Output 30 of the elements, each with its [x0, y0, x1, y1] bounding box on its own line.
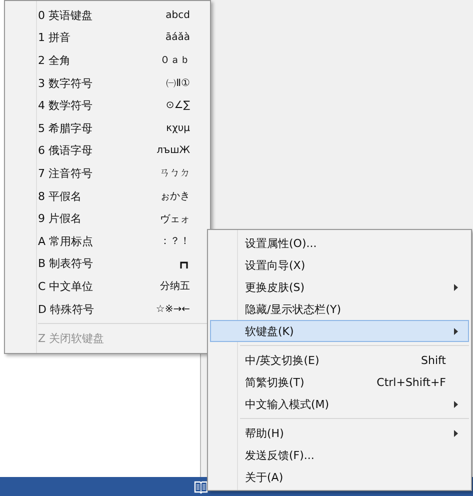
menu-item[interactable]: 0 英语键盘 abcd: [5, 4, 210, 27]
menu-item[interactable]: 8 平假名 ぉかき: [5, 184, 210, 208]
menu-item[interactable]: 2 全角 ０ａｂ: [5, 49, 210, 72]
menu-item[interactable]: 中文输入模式(M): [210, 393, 469, 415]
menu-item[interactable]: A 常用标点 ：？！: [5, 230, 210, 253]
menu-item[interactable]: 中/英文切换(E) Shift: [210, 349, 469, 371]
menu-item[interactable]: 设置向导(X): [210, 254, 469, 276]
menu-item[interactable]: 6 俄语字母 лъшЖ: [5, 140, 210, 162]
menu-item[interactable]: 4 数学符号 ⊙∠∑: [5, 94, 210, 117]
submenu-arrow-icon: [454, 400, 458, 408]
menu-item[interactable]: 软键盘(K): [210, 320, 469, 342]
menu-item[interactable]: 更换皮肤(S): [210, 276, 469, 298]
menu-item[interactable]: 7 注音符号 ㄢㄅㄉ: [5, 162, 210, 185]
menu-item[interactable]: 关于(A): [210, 466, 469, 488]
menu-item[interactable]: B 制表符号 ┏┓: [5, 252, 210, 276]
menu-item[interactable]: 设置属性(O)...: [210, 232, 469, 254]
menu-item[interactable]: 隐藏/显示状态栏(Y): [210, 298, 469, 320]
menu-item[interactable]: 1 拼音 āáǎà: [5, 26, 210, 50]
submenu-arrow-icon: [454, 284, 458, 290]
book-icon[interactable]: [194, 480, 208, 494]
menu-item[interactable]: 9 片假名 ヴェォ: [5, 207, 210, 230]
menu-item[interactable]: 发送反馈(F)...: [210, 444, 469, 466]
menu-item[interactable]: C 中文单位 分纳五: [5, 275, 210, 298]
menu-item[interactable]: 简繁切换(T) Ctrl+Shift+F: [210, 371, 469, 393]
submenu-arrow-icon: [454, 430, 458, 436]
menu-item[interactable]: 5 希腊字母 κχυμ: [5, 116, 210, 140]
menu-item[interactable]: 3 数字符号 ㈠Ⅱ①: [5, 72, 210, 94]
submenu-arrow-icon: [454, 328, 458, 334]
menu-item[interactable]: 帮助(H): [210, 422, 469, 444]
menu-item[interactable]: D 特殊符号 ☆※→←: [5, 298, 210, 320]
